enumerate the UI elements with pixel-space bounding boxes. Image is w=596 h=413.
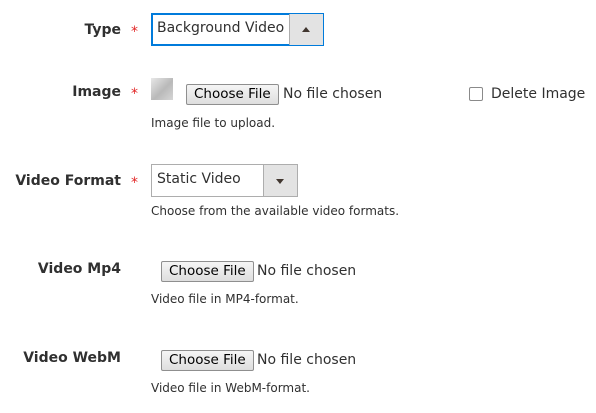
video-format-select-toggle[interactable] xyxy=(263,165,297,196)
image-choose-file-button[interactable]: Choose File xyxy=(186,84,279,105)
video-format-required-mark: * xyxy=(131,175,138,191)
video-format-select[interactable]: Static Video xyxy=(151,164,298,197)
video-mp4-label: Video Mp4 xyxy=(37,261,121,277)
video-webm-label: Video WebM xyxy=(23,350,121,366)
type-select-toggle[interactable] xyxy=(289,14,323,45)
video-mp4-file-status: No file chosen xyxy=(257,263,357,279)
video-mp4-note: Video file in MP4-format. xyxy=(151,292,299,306)
image-note: Image file to upload. xyxy=(151,116,276,130)
type-required-mark: * xyxy=(131,24,138,40)
video-webm-note: Video file in WebM-format. xyxy=(151,381,310,395)
video-webm-file-status: No file chosen xyxy=(257,352,357,368)
chevron-up-icon xyxy=(302,27,310,32)
type-select[interactable]: Background Video xyxy=(151,13,324,46)
image-label: Image xyxy=(72,84,121,100)
type-select-value: Background Video xyxy=(157,20,285,36)
video-format-label: Video Format xyxy=(15,173,121,189)
video-format-note: Choose from the available video formats. xyxy=(151,204,400,218)
video-format-select-value: Static Video xyxy=(157,171,241,187)
delete-image-checkbox[interactable] xyxy=(469,87,483,101)
type-label: Type xyxy=(84,22,121,38)
video-mp4-choose-file-button[interactable]: Choose File xyxy=(161,261,254,282)
image-required-mark: * xyxy=(131,86,138,102)
image-thumbnail xyxy=(151,78,173,100)
video-webm-choose-file-button[interactable]: Choose File xyxy=(161,350,254,371)
chevron-down-icon xyxy=(276,179,284,184)
image-file-status: No file chosen xyxy=(283,86,383,102)
delete-image-label[interactable]: Delete Image xyxy=(491,86,585,102)
